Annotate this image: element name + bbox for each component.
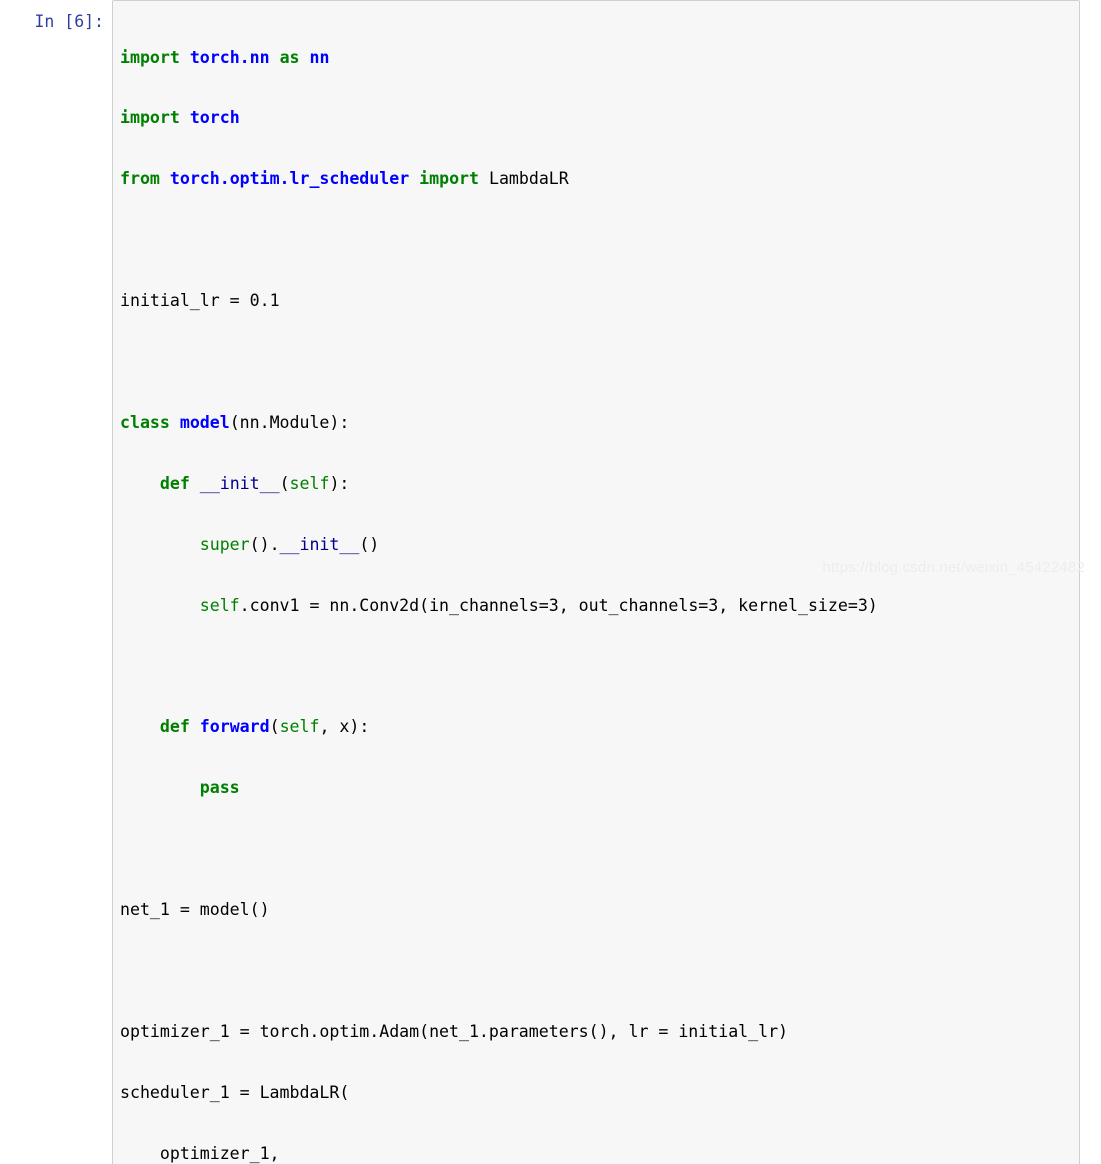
code-line-18: scheduler_1 = LambdaLR(	[120, 1083, 1075, 1103]
code-line-13: pass	[120, 778, 1075, 798]
code-line-14-blank	[120, 839, 1075, 859]
token-keyword-import: import	[419, 169, 479, 189]
token-scheduler-assign: scheduler_1 = LambdaLR(	[120, 1082, 350, 1102]
code-editor[interactable]: import torch.nn as nn import torch from …	[120, 7, 1075, 1164]
token-keyword-import: import	[120, 108, 180, 128]
token-module-torch-nn: torch.nn	[189, 47, 270, 67]
code-line-12: def forward(self, x):	[120, 717, 1075, 737]
token-call-dot: ().	[249, 534, 280, 554]
code-line-5: initial_lr = 0.1	[120, 291, 1075, 311]
token-keyword-def: def	[159, 473, 190, 493]
token-keyword-def: def	[159, 717, 190, 737]
code-line-16-blank	[120, 961, 1075, 981]
code-line-9: super().__init__()	[120, 535, 1075, 555]
token-paren-open: (	[269, 717, 280, 737]
token-keyword-import: import	[120, 47, 180, 67]
token-params-tail: , x):	[319, 717, 370, 737]
code-line-19: optimizer_1,	[120, 1144, 1075, 1164]
token-alias-nn: nn	[309, 47, 330, 67]
code-line-15: net_1 = model()	[120, 900, 1075, 920]
notebook-canvas: In [6]: import torch.nn as nn import tor…	[0, 0, 1101, 1164]
token-assign-op: =	[219, 291, 250, 311]
token-net1-assign: net_1 = model()	[120, 900, 270, 920]
code-line-11-blank	[120, 657, 1075, 677]
token-self: self	[289, 473, 330, 493]
code-line-3: from torch.optim.lr_scheduler import Lam…	[120, 169, 1075, 189]
token-number-0-1: 0.1	[249, 291, 280, 311]
token-keyword-from: from	[120, 169, 160, 189]
token-name-lambdalr: LambdaLR	[488, 169, 569, 189]
token-classname-model: model	[179, 412, 230, 432]
code-line-2: import torch	[120, 108, 1075, 128]
token-dunder-init: __init__	[279, 534, 360, 554]
code-cell-input-area[interactable]: import torch.nn as nn import torch from …	[112, 0, 1080, 1164]
token-conv2d-call: .conv1 = nn.Conv2d(in_channels=3, out_ch…	[239, 595, 878, 615]
token-scheduler-arg-optimizer: optimizer_1,	[120, 1143, 280, 1163]
code-line-4-blank	[120, 230, 1075, 250]
token-keyword-pass: pass	[199, 778, 240, 798]
token-call-parens: ()	[359, 534, 380, 554]
code-line-1: import torch.nn as nn	[120, 48, 1075, 68]
token-dunder-init: __init__	[199, 473, 280, 493]
token-keyword-as: as	[279, 47, 300, 67]
cell-execution-prompt: In [6]:	[34, 12, 104, 31]
token-class-bases: (nn.Module):	[229, 412, 350, 432]
token-funcname-forward: forward	[199, 717, 270, 737]
token-builtin-super: super	[199, 534, 250, 554]
token-module-torch: torch	[189, 108, 240, 128]
code-line-10: self.conv1 = nn.Conv2d(in_channels=3, ou…	[120, 596, 1075, 616]
code-line-8: def __init__(self):	[120, 474, 1075, 494]
code-cell[interactable]: In [6]: import torch.nn as nn import tor…	[0, 0, 1101, 1164]
code-line-17: optimizer_1 = torch.optim.Adam(net_1.par…	[120, 1022, 1075, 1042]
code-line-7: class model(nn.Module):	[120, 413, 1075, 433]
code-line-6-blank	[120, 352, 1075, 372]
token-module-lr-scheduler: torch.optim.lr_scheduler	[169, 169, 410, 189]
token-self: self	[199, 595, 240, 615]
token-optimizer-assign: optimizer_1 = torch.optim.Adam(net_1.par…	[120, 1021, 789, 1041]
token-paren-close: ):	[329, 473, 350, 493]
token-var-initial-lr: initial_lr	[120, 291, 220, 311]
token-keyword-class: class	[120, 412, 170, 432]
token-paren-open: (	[279, 473, 290, 493]
csdn-watermark: https://blog.csdn.net/weixin_45422482	[822, 559, 1085, 576]
token-self: self	[279, 717, 320, 737]
